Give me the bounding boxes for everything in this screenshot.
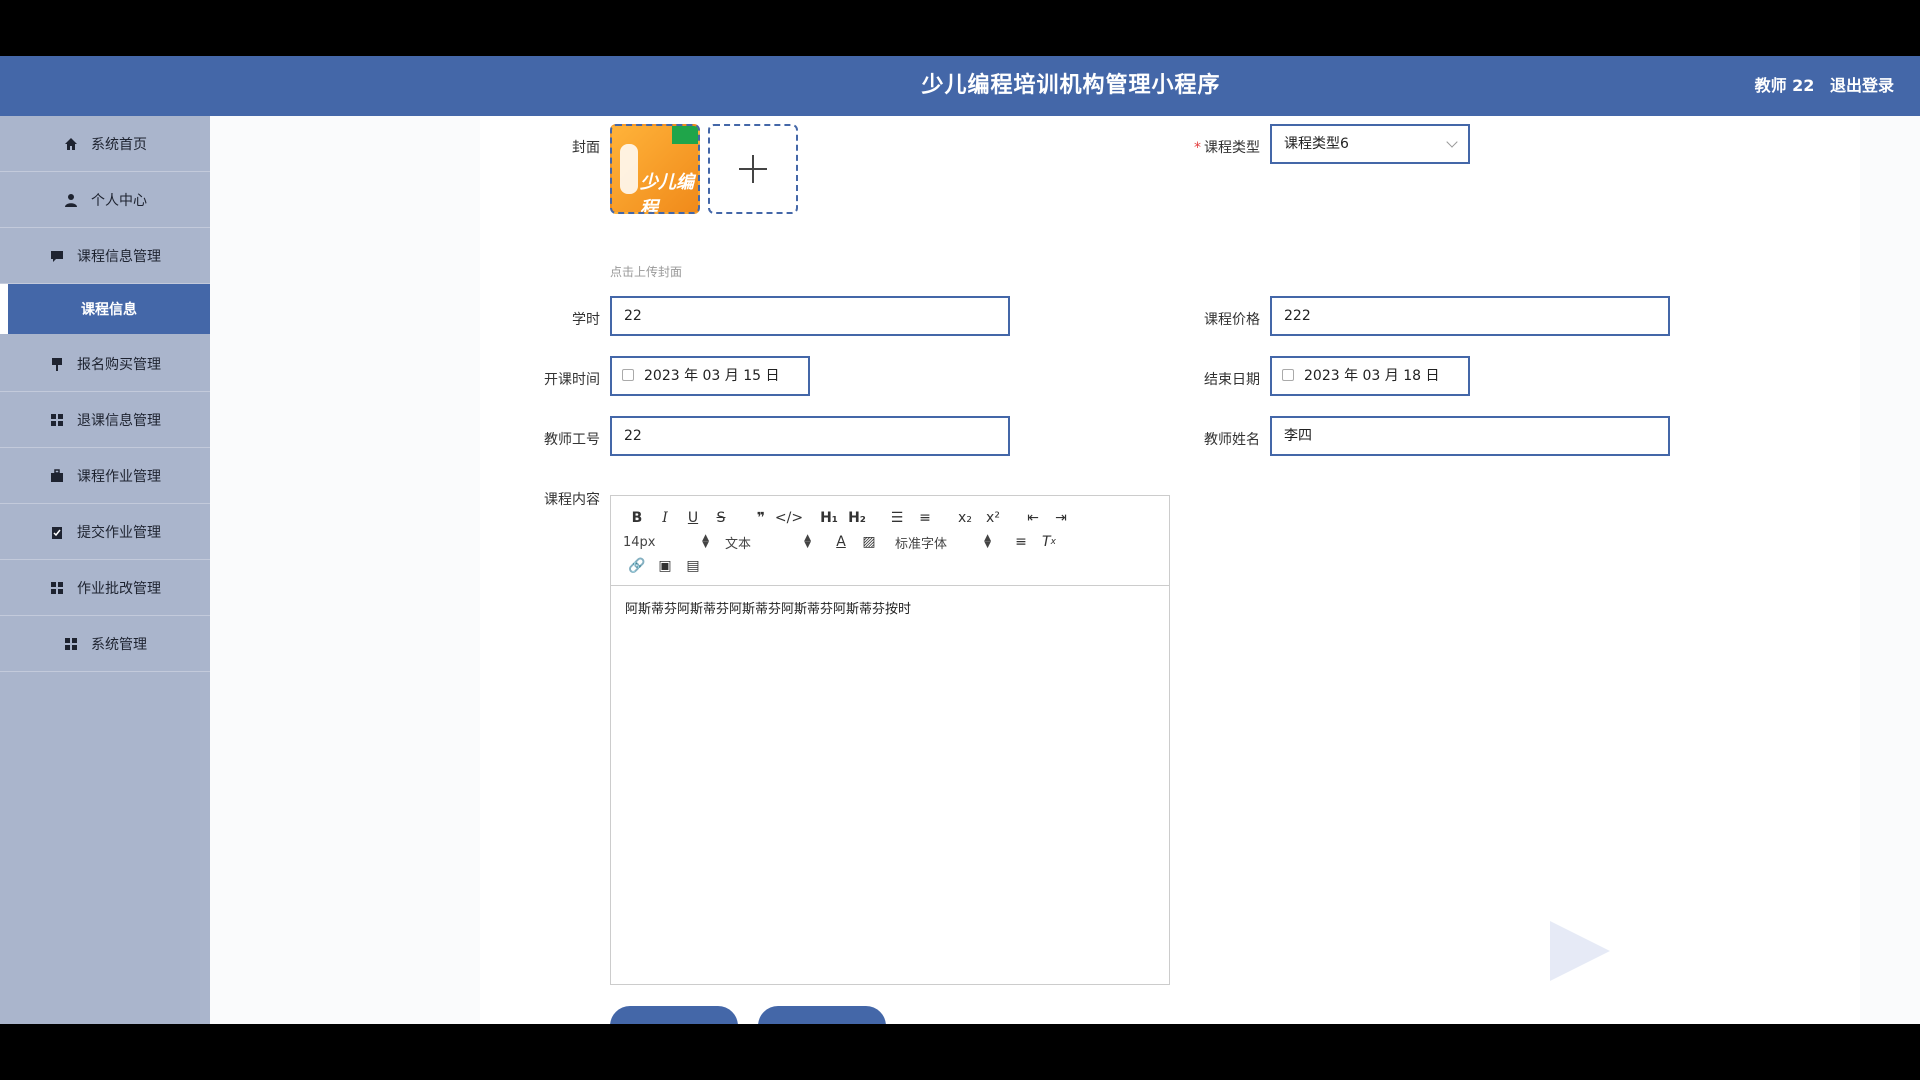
end-date-value: 2023 年 03 月 18 日	[1304, 368, 1440, 384]
superscript-icon[interactable]: x²	[979, 507, 1007, 529]
user-area: 教师 22 退出登录	[1745, 56, 1894, 116]
upload-cover-button[interactable]	[708, 124, 798, 214]
sidebar-item-label: 系统管理	[91, 636, 147, 653]
calendar-icon	[622, 369, 634, 381]
sidebar-item-course-info[interactable]: 课程信息	[0, 284, 210, 334]
form-card: 封面 少儿编程 点击上传封面 * 课程类型 课程类型6 学时 22 课程价格 22…	[480, 116, 1860, 1024]
sidebar-item-label: 课程作业管理	[77, 468, 161, 485]
price-label: 课程价格	[1204, 312, 1260, 328]
image-icon[interactable]: ▣	[651, 555, 679, 577]
code-icon[interactable]: </>	[775, 507, 803, 529]
user-icon	[63, 192, 79, 208]
background-color-icon[interactable]: ▨	[855, 531, 883, 553]
strikethrough-icon[interactable]: S	[707, 507, 735, 529]
italic-icon[interactable]: I	[651, 507, 679, 529]
outdent-icon[interactable]: ⇤	[1019, 507, 1047, 529]
grid-icon	[49, 412, 65, 428]
content-label: 课程内容	[544, 492, 600, 508]
end-date-label: 结束日期	[1204, 372, 1260, 388]
price-input[interactable]: 222	[1270, 296, 1670, 336]
teacher-id-input[interactable]: 22	[610, 416, 1010, 456]
sidebar-item-course-mgmt[interactable]: 课程信息管理	[0, 228, 210, 284]
block-format-select[interactable]: 文本 ▲ ▼	[725, 531, 815, 553]
chat-icon	[49, 248, 65, 264]
sidebar-item-label: 系统首页	[91, 136, 147, 153]
watermark-logo-icon	[1550, 921, 1610, 981]
font-size-select[interactable]: 14px ▲ ▼	[623, 531, 713, 553]
start-date-picker[interactable]: 2023 年 03 月 15 日	[610, 356, 810, 396]
chevron-down-icon	[1446, 136, 1458, 148]
user-label: 教师 22	[1754, 76, 1815, 95]
sidebar-item-enroll-mgmt[interactable]: 报名购买管理	[0, 336, 210, 392]
course-type-select[interactable]: 课程类型6	[1270, 124, 1470, 164]
start-date-value: 2023 年 03 月 15 日	[644, 368, 780, 384]
cover-image-text: 少儿编程	[640, 172, 694, 214]
sidebar-item-label: 报名购买管理	[77, 356, 161, 373]
cover-thumbnail[interactable]: 少儿编程	[610, 124, 700, 214]
teacher-name-input[interactable]: 李四	[1270, 416, 1670, 456]
subscript-icon[interactable]: x₂	[951, 507, 979, 529]
underline-icon[interactable]: U	[679, 507, 707, 529]
sidebar-item-label: 提交作业管理	[77, 524, 161, 541]
editor-toolbar: B I U S ❞ </> H₁ H₂ ☰ ≡ x₂ x² ⇤ ⇥ 14px ▲…	[611, 496, 1169, 586]
top-header: 少儿编程培训机构管理小程序 教师 22 退出登录	[0, 56, 1920, 116]
sidebar-item-submit-mgmt[interactable]: 提交作业管理	[0, 504, 210, 560]
app-title: 少儿编程培训机构管理小程序	[921, 73, 1221, 98]
upload-hint: 点击上传封面	[610, 265, 683, 279]
sidebar-item-label: 个人中心	[91, 192, 147, 209]
sign-icon	[49, 356, 65, 372]
robot-image	[620, 144, 638, 194]
bold-icon[interactable]: B	[623, 507, 651, 529]
cancel-button[interactable]	[758, 1006, 886, 1024]
bullet-list-icon[interactable]: ≡	[911, 507, 939, 529]
sidebar-item-home[interactable]: 系统首页	[0, 116, 210, 172]
course-type-value: 课程类型6	[1284, 136, 1349, 152]
sidebar-item-grading-mgmt[interactable]: 作业批改管理	[0, 560, 210, 616]
sidebar-item-label: 退课信息管理	[77, 412, 161, 429]
course-type-label: * 课程类型	[1194, 140, 1260, 156]
sidebar-item-label: 作业批改管理	[77, 580, 161, 597]
sidebar-item-system-mgmt[interactable]: 系统管理	[0, 616, 210, 672]
start-date-label: 开课时间	[544, 372, 600, 388]
submit-button[interactable]	[610, 1006, 738, 1024]
video-icon[interactable]: ▤	[679, 555, 707, 577]
heading2-icon[interactable]: H₂	[843, 507, 871, 529]
align-icon[interactable]: ≡	[1007, 531, 1035, 553]
link-icon[interactable]: 🔗	[623, 555, 651, 577]
cover-label: 封面	[572, 140, 600, 156]
sidebar-item-label: 课程信息	[81, 302, 137, 318]
home-icon	[63, 136, 79, 152]
clear-format-icon[interactable]: Tx	[1035, 531, 1063, 553]
blockquote-icon[interactable]: ❞	[747, 507, 775, 529]
hours-label: 学时	[572, 312, 600, 328]
indent-icon[interactable]: ⇥	[1047, 507, 1075, 529]
main-content: 封面 少儿编程 点击上传封面 * 课程类型 课程类型6 学时 22 课程价格 22…	[210, 116, 1920, 1024]
sidebar-item-profile[interactable]: 个人中心	[0, 172, 210, 228]
app-frame: 少儿编程培训机构管理小程序 教师 22 退出登录 系统首页 个人中心 课程信息管…	[0, 56, 1920, 1024]
teacher-name-label: 教师姓名	[1204, 432, 1260, 448]
grid-icon	[49, 580, 65, 596]
grid-icon	[63, 636, 79, 652]
ordered-list-icon[interactable]: ☰	[883, 507, 911, 529]
sidebar-item-label: 课程信息管理	[77, 248, 161, 265]
editor-content[interactable]: 阿斯蒂芬阿斯蒂芬阿斯蒂芬阿斯蒂芬阿斯蒂芬按时	[611, 586, 1169, 629]
font-color-icon[interactable]: A	[827, 531, 855, 553]
briefcase-icon	[49, 468, 65, 484]
calendar-icon	[1282, 369, 1294, 381]
rich-text-editor: B I U S ❞ </> H₁ H₂ ☰ ≡ x₂ x² ⇤ ⇥ 14px ▲…	[610, 495, 1170, 985]
clipboard-icon	[49, 524, 65, 540]
sidebar: 系统首页 个人中心 课程信息管理 课程信息 报名购买管理 退课信息管理 课程作业…	[0, 116, 210, 1024]
teacher-id-label: 教师工号	[544, 432, 600, 448]
cover-badge	[672, 126, 698, 144]
logout-link[interactable]: 退出登录	[1830, 76, 1894, 95]
sidebar-item-homework-mgmt[interactable]: 课程作业管理	[0, 448, 210, 504]
heading1-icon[interactable]: H₁	[815, 507, 843, 529]
sidebar-item-withdraw-mgmt[interactable]: 退课信息管理	[0, 392, 210, 448]
hours-input[interactable]: 22	[610, 296, 1010, 336]
font-family-select[interactable]: 标准字体 ▲ ▼	[895, 531, 995, 553]
end-date-picker[interactable]: 2023 年 03 月 18 日	[1270, 356, 1470, 396]
